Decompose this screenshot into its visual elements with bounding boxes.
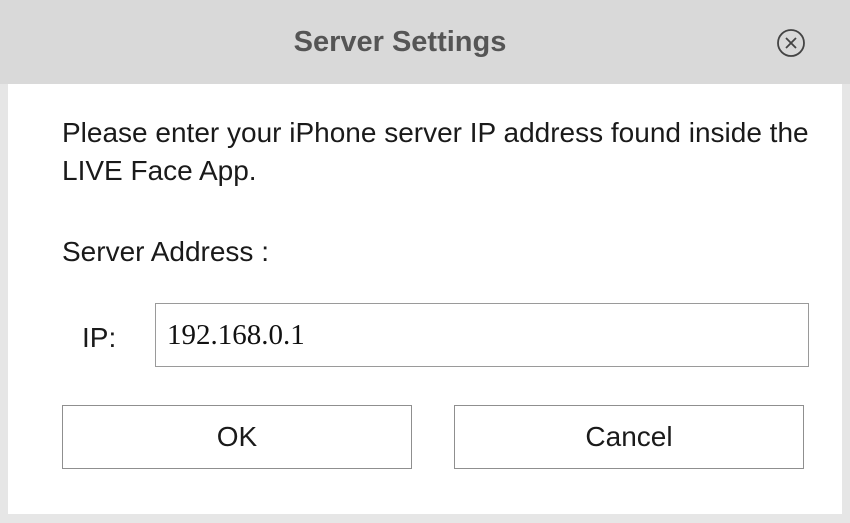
ip-label: IP: xyxy=(82,322,117,353)
close-button[interactable] xyxy=(776,28,806,58)
cancel-button[interactable]: Cancel xyxy=(454,405,804,469)
server-address-label: Server Address : xyxy=(62,236,269,267)
title-bar: Server Settings xyxy=(0,0,850,84)
dialog-title: Server Settings xyxy=(293,26,507,58)
instruction-message: Please enter your iPhone server IP addre… xyxy=(62,117,809,186)
ip-address-input[interactable] xyxy=(155,303,809,367)
dialog-content: Please enter your iPhone server IP addre… xyxy=(8,84,842,514)
close-circle-icon xyxy=(777,29,805,57)
ok-button[interactable]: OK xyxy=(62,405,412,469)
server-settings-dialog: Server Settings Please enter your iPhone… xyxy=(0,0,850,523)
